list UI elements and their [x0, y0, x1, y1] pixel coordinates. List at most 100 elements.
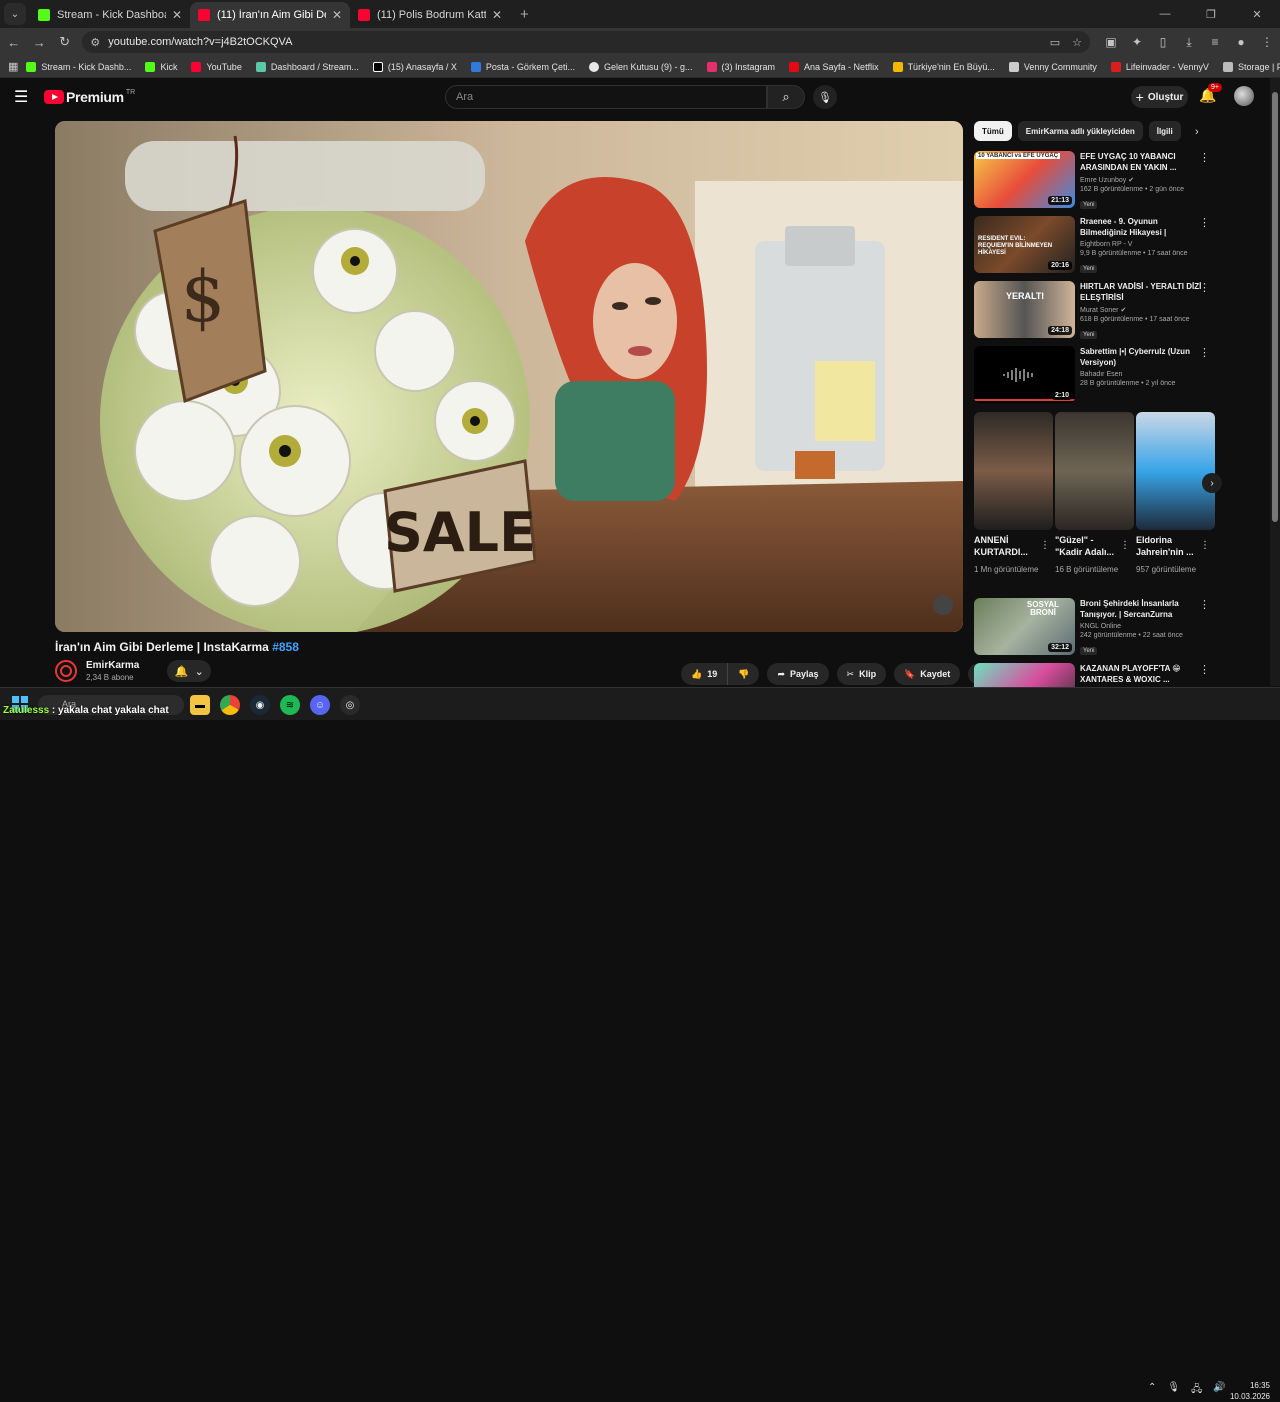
bookmark-item[interactable]: Gelen Kutusu (9) - g...	[588, 61, 693, 72]
extension-icon[interactable]: ▣	[1098, 35, 1124, 50]
video-player[interactable]: $ SALE	[55, 121, 963, 632]
download-icon[interactable]: ⤓	[1176, 35, 1202, 50]
video-thumbnail[interactable]: RESIDENT EVIL: REQUIEM'IN BİLİNMEYEN HİK…	[974, 216, 1075, 273]
chip-all[interactable]: Tümü	[974, 121, 1012, 141]
bookmark-item[interactable]: Lifeinvader - VennyV	[1110, 61, 1209, 72]
bookmark-item[interactable]: Dashboard / Stream...	[255, 61, 359, 72]
cast-icon[interactable]: ▭	[1050, 36, 1060, 49]
chevron-right-icon[interactable]: ›	[1195, 126, 1199, 138]
reload-icon[interactable]: ↻	[53, 30, 76, 54]
short-title[interactable]: Eldorina Jahrein'nin ...	[1136, 534, 1200, 558]
more-vert-icon[interactable]: ⋮	[1040, 540, 1050, 551]
bookmark-item[interactable]: (3) Instagram	[706, 61, 775, 72]
chevron-up-icon[interactable]: ⌃	[1148, 1382, 1156, 1399]
obs-icon[interactable]: ◎	[340, 695, 360, 715]
bookmark-item[interactable]: Ana Sayfa - Netflix	[789, 61, 879, 72]
split-icon[interactable]: ▯	[1150, 35, 1176, 50]
more-vert-icon[interactable]: ⋮	[1199, 346, 1210, 359]
menu-icon[interactable]: ☰	[14, 87, 30, 107]
search-input[interactable]: Ara	[445, 85, 767, 109]
page-scrollbar[interactable]	[1270, 78, 1280, 686]
short-title[interactable]: ANNENİ KURTARDI...	[974, 534, 1038, 558]
video-thumbnail[interactable]: 10 YABANCI vs EFE UYGAÇ 21:13	[974, 151, 1075, 208]
video-thumbnail[interactable]	[974, 663, 1075, 687]
bookmark-item[interactable]: Stream - Kick Dashb...	[26, 61, 131, 72]
bookmark-item[interactable]: Venny Community	[1008, 61, 1097, 72]
chip-related[interactable]: İlgili	[1148, 121, 1181, 141]
channel-name[interactable]: EmirKarma	[86, 660, 139, 671]
bookmark-item[interactable]: (15) Anasayfa / X	[372, 61, 457, 72]
account-avatar[interactable]	[1234, 86, 1254, 106]
taskbar-clock[interactable]: 16:35 10.03.2026	[1226, 1380, 1270, 1402]
close-window-icon[interactable]: ✕	[1234, 0, 1280, 28]
volume-icon[interactable]: 🔊	[1213, 1382, 1225, 1399]
more-vert-icon[interactable]: ⋮	[1200, 540, 1210, 551]
dislike-button[interactable]: 👎	[728, 663, 760, 685]
spotify-icon[interactable]: ≋	[280, 695, 300, 715]
short-thumbnail[interactable]	[1136, 412, 1215, 530]
short-thumbnail[interactable]	[974, 412, 1053, 530]
more-vert-icon[interactable]: ⋮	[1199, 216, 1210, 229]
discord-icon[interactable]: ☺	[310, 695, 330, 715]
video-thumbnail[interactable]: YERALTI 24:18	[974, 281, 1075, 338]
video-hashtag[interactable]: #858	[272, 640, 299, 654]
recommendation-item[interactable]: SOSYAL BRONİ 32:12 Broni Şehirdeki İnsan…	[974, 598, 1214, 656]
close-tab-icon[interactable]: ✕	[492, 8, 502, 22]
browser-menu-icon[interactable]: ⋮	[1254, 35, 1280, 50]
new-tab-icon[interactable]: +	[520, 6, 529, 23]
recommendation-item[interactable]: RESIDENT EVIL: REQUIEM'IN BİLİNMEYEN HİK…	[974, 216, 1214, 274]
chip-from-uploader[interactable]: EmirKarma adlı yükleyiciden	[1017, 121, 1143, 141]
profile-icon[interactable]: ●	[1228, 35, 1254, 50]
subscription-bell-button[interactable]: 🔔 ⌄	[167, 660, 212, 682]
more-vert-icon[interactable]: ⋮	[1199, 598, 1210, 611]
bookmark-item[interactable]: Storage | Fivemanage	[1222, 61, 1280, 72]
close-tab-icon[interactable]: ✕	[332, 8, 342, 22]
save-button[interactable]: 🔖 Kaydet	[894, 663, 961, 685]
recommendation-item[interactable]: 10 YABANCI vs EFE UYGAÇ 21:13 EFE UYGAÇ …	[974, 151, 1214, 209]
browser-tab-kick[interactable]: Stream - Kick Dashboard ✕	[30, 2, 190, 28]
bookmark-item[interactable]: Posta - Görkem Çeti...	[470, 61, 575, 72]
url-bar[interactable]: ⚙ youtube.com/watch?v=j4B2tOCKQVA ▭ ☆	[82, 31, 1090, 53]
site-info-icon[interactable]: ⚙	[90, 36, 100, 49]
chrome-icon[interactable]	[220, 695, 240, 715]
clip-button[interactable]: ✂ Klip	[836, 663, 887, 685]
voice-search-button[interactable]: 🎙	[813, 85, 837, 109]
tab-search-icon[interactable]: ⌄	[4, 3, 26, 25]
video-thumbnail[interactable]: 2:10	[974, 346, 1075, 403]
channel-avatar[interactable]	[55, 660, 77, 682]
close-tab-icon[interactable]: ✕	[172, 8, 182, 22]
apps-grid-icon[interactable]: ▦	[8, 60, 18, 73]
reading-list-icon[interactable]: ≡	[1202, 35, 1228, 50]
like-button[interactable]: 👍 19	[681, 663, 729, 685]
recommendation-item[interactable]: YERALTI 24:18 HIRTLAR VADİSİ - YERALTI D…	[974, 281, 1214, 339]
minimize-icon[interactable]: —	[1142, 0, 1188, 28]
microphone-icon[interactable]: 🎙	[1167, 1382, 1180, 1399]
search-button[interactable]: ⌕	[767, 85, 805, 109]
puzzle-icon[interactable]: ✦	[1124, 35, 1150, 50]
browser-tab-youtube-active[interactable]: (11) İran'ın Aim Gibi Derleme | I ✕	[190, 2, 350, 28]
more-vert-icon[interactable]: ⋮	[1199, 663, 1210, 676]
recommendation-item[interactable]: 2:10 Sabrettim |•| Cyberrulz (Uzun Versi…	[974, 346, 1214, 404]
video-thumbnail[interactable]: SOSYAL BRONİ 32:12	[974, 598, 1075, 655]
recommendation-item[interactable]: KAZANAN PLAYOFF'TA 😁 XANTARES & WOXIC ..…	[974, 663, 1214, 687]
scrollbar-thumb[interactable]	[1272, 92, 1278, 522]
more-vert-icon[interactable]: ⋮	[1120, 540, 1130, 551]
forward-icon[interactable]: →	[27, 30, 50, 54]
create-button[interactable]: + Oluştur	[1131, 86, 1188, 108]
share-button[interactable]: ➦ Paylaş	[767, 663, 829, 685]
browser-tab-youtube[interactable]: (11) Polis Bodrum Katta Tehlike ✕	[350, 2, 510, 28]
youtube-premium-logo[interactable]: Premium TR	[44, 89, 135, 105]
short-title[interactable]: "Güzel" - "Kadir Adalı...	[1055, 534, 1119, 558]
bookmark-item[interactable]: YouTube	[191, 61, 242, 72]
bookmark-item[interactable]: Kick	[145, 61, 177, 72]
more-vert-icon[interactable]: ⋮	[1199, 281, 1210, 294]
bookmark-star-icon[interactable]: ☆	[1072, 36, 1082, 49]
notifications-button[interactable]: 🔔 9+	[1199, 83, 1222, 104]
bookmark-item[interactable]: Türkiye'nin En Büyü...	[892, 61, 995, 72]
more-vert-icon[interactable]: ⋮	[1199, 151, 1210, 164]
shorts-next-button[interactable]: ›	[1202, 473, 1222, 493]
steam-icon[interactable]: ◉	[250, 695, 270, 715]
file-explorer-icon[interactable]: ▬	[190, 695, 210, 715]
maximize-icon[interactable]: ❐	[1188, 0, 1234, 28]
network-icon[interactable]: 🖧	[1191, 1382, 1202, 1399]
